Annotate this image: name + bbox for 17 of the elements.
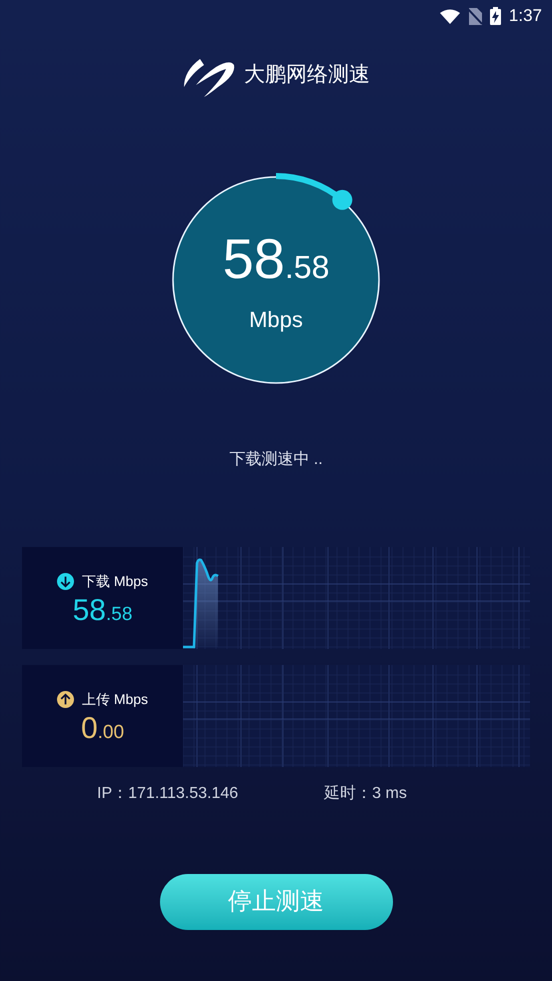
wifi-icon (440, 8, 460, 24)
download-icon (56, 572, 74, 590)
speed-unit: Mbps (249, 306, 303, 334)
status-time: 1:37 (508, 5, 542, 28)
speed-value: 0.00 (80, 714, 124, 744)
speed-reading: 58.58 (222, 230, 330, 286)
app-title: 大鹏网络测速 (244, 62, 370, 88)
speed-label: 上传 Mbps (82, 690, 148, 709)
no-sim-icon (468, 8, 482, 24)
test-status: 下载测速中 .. (228, 450, 324, 470)
battery-charging-icon (490, 7, 501, 25)
latency: 延时：3 ms (324, 784, 407, 804)
ip-address: IP：171.113.53.146 (97, 784, 238, 804)
speed-value: 58.58 (72, 596, 132, 626)
speed-label: 下载 Mbps (82, 572, 148, 591)
stop-test-button[interactable]: 停止测速 (160, 874, 392, 930)
upload-icon (56, 690, 74, 708)
